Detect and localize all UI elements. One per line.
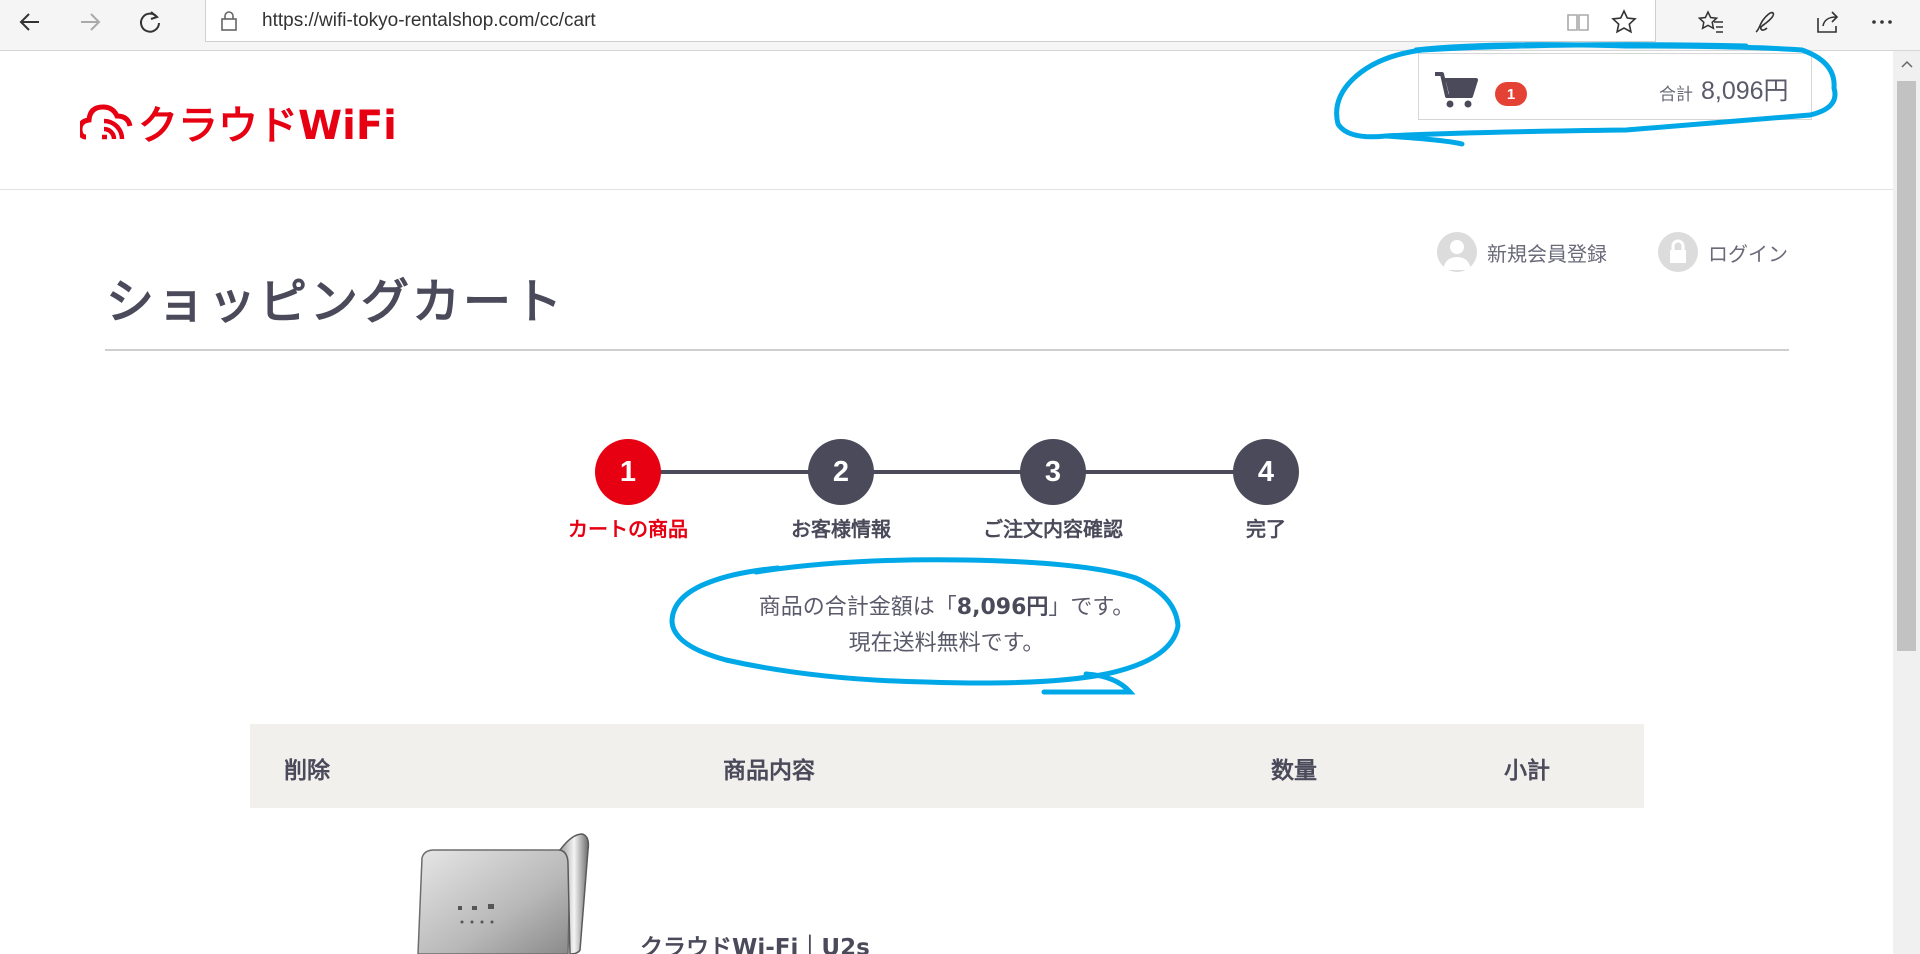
vertical-scrollbar[interactable] [1893,51,1920,954]
pen-button[interactable] [1746,6,1786,38]
pen-icon [1755,11,1775,33]
step-3-circle: 3 [1020,439,1086,505]
step-1-label: カートの商品 [568,517,688,541]
cart-summary-message: 商品の合計金額は「8,096円」です。 現在送料無料です。 [0,590,1893,662]
refresh-button[interactable] [128,4,172,40]
step-4-label: 完了 [1246,517,1286,541]
url-text: https://wifi-tokyo-rentalshop.com/cc/car… [262,10,596,31]
header-cart[interactable]: 1 合計 8,096円 [1418,53,1812,120]
summary-amount: 8,096円 [956,595,1049,620]
cloud-wifi-logo[interactable]: クラウドWiFi [80,99,414,145]
forward-arrow-icon [81,13,101,31]
svg-text:クラウドWiFi: クラウドWiFi [138,103,397,145]
step-1-circle: 1 [595,439,661,505]
chevron-up-icon [1900,60,1913,68]
login-label: ログイン [1708,241,1788,266]
favorites-hub-icon [1697,10,1723,33]
favorite-star-icon[interactable] [1610,8,1638,36]
page-title: ショッピングカート [106,274,566,330]
stepper-connector [628,470,1266,474]
step-2-circle: 2 [808,439,874,505]
share-button[interactable] [1808,6,1848,38]
browser-toolbar: https://wifi-tokyo-rentalshop.com/cc/car… [0,0,1920,51]
step-2-label: お客様情報 [791,517,891,541]
cloud-wifi-symbol-icon [80,104,133,140]
title-divider [105,349,1789,351]
cart-icon [1435,72,1478,108]
column-header-subtotal: 小計 [1504,758,1550,784]
step-3-label: ご注文内容確認 [983,517,1123,541]
scroll-up-button[interactable] [1893,51,1920,77]
column-header-delete: 削除 [284,758,330,784]
register-link[interactable]: 新規会員登録 [1437,232,1607,272]
column-header-quantity: 数量 [1271,758,1317,784]
login-link[interactable]: ログイン [1658,232,1788,272]
more-icon [1872,20,1892,24]
back-button[interactable] [8,4,52,40]
cart-total-label: 合計 [1659,85,1693,105]
more-button[interactable] [1862,6,1902,38]
summary-line-1: 商品の合計金額は「8,096円」です。 [758,595,1135,620]
lock-icon [221,11,237,31]
cart-count-badge: 1 [1495,82,1527,106]
user-avatar-icon [1437,232,1477,272]
site-header: クラウドWiFi 1 合計 8,096円 [0,51,1893,190]
refresh-icon [140,11,160,33]
cart-table-header: 削除 商品内容 数量 小計 [250,724,1644,808]
product-image[interactable] [410,830,595,954]
step-4-circle: 4 [1233,439,1299,505]
padlock-icon [1658,232,1698,272]
back-arrow-icon [19,13,39,31]
cart-total-value: 8,096円 [1701,77,1789,105]
scroll-thumb[interactable] [1897,81,1916,651]
share-icon [1817,11,1839,33]
register-label: 新規会員登録 [1487,241,1607,266]
address-bar[interactable]: https://wifi-tokyo-rentalshop.com/cc/car… [205,0,1656,42]
favorites-hub-button[interactable] [1691,6,1731,38]
column-header-product: 商品内容 [723,758,815,784]
forward-button[interactable] [68,4,112,40]
summary-line-2: 現在送料無料です。 [848,631,1045,656]
product-name[interactable]: クラウドWi-Fi｜U2s [640,928,870,954]
reading-view-icon[interactable] [1564,8,1592,36]
